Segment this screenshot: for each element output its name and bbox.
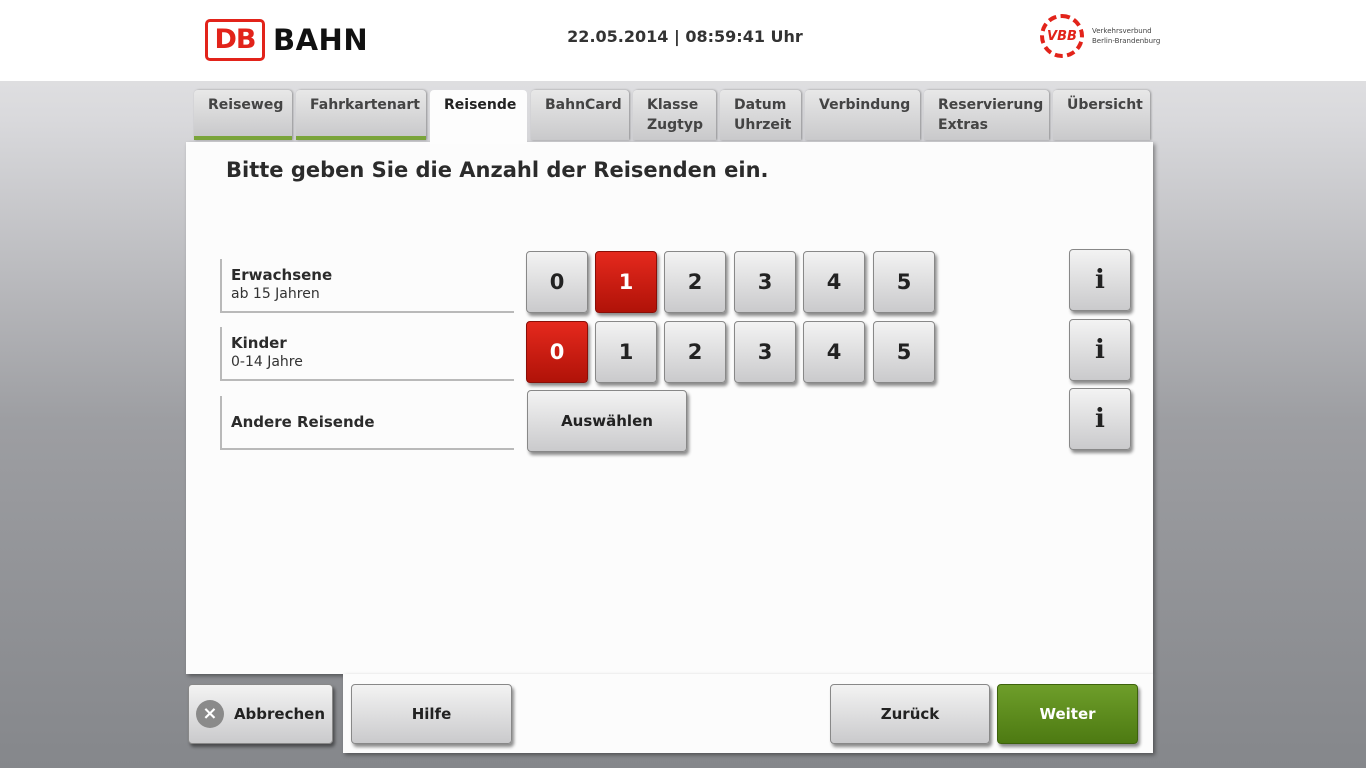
tab-label: Reservierung xyxy=(938,97,1044,113)
row-title: Andere Reisende xyxy=(231,413,375,431)
adults-info-button[interactable]: i xyxy=(1069,249,1131,311)
children-count-0-button[interactable]: 0 xyxy=(526,321,588,383)
tab-label-line2: Uhrzeit xyxy=(734,117,792,133)
children-count-5-button[interactable]: 5 xyxy=(873,321,935,383)
adults-count-5-button[interactable]: 5 xyxy=(873,251,935,313)
children-count-2-button[interactable]: 2 xyxy=(664,321,726,383)
children-info-button[interactable]: i xyxy=(1069,319,1131,381)
tab-fahrkartenart[interactable]: Fahrkartenart xyxy=(296,90,426,140)
adults-count-2-button[interactable]: 2 xyxy=(664,251,726,313)
tab-label-line2: Zugtyp xyxy=(647,117,703,133)
bahn-logo-text: BAHN xyxy=(273,23,369,57)
tab-label: Reiseweg xyxy=(208,97,284,113)
row-label-other: Andere Reisende xyxy=(220,396,514,450)
adults-count-0-button[interactable]: 0 xyxy=(526,251,588,313)
row-title: Kinder xyxy=(231,334,287,352)
select-other-travellers-button[interactable]: Auswählen xyxy=(527,390,687,452)
adults-count-4-button[interactable]: 4 xyxy=(803,251,865,313)
other-info-button[interactable]: i xyxy=(1069,388,1131,450)
adults-count-3-button[interactable]: 3 xyxy=(734,251,796,313)
help-button[interactable]: Hilfe xyxy=(351,684,512,744)
children-count-1-button[interactable]: 1 xyxy=(595,321,657,383)
db-bahn-logo: DB BAHN xyxy=(205,19,368,61)
vbb-logo-icon: VBB xyxy=(1040,14,1084,58)
tab-uebersicht[interactable]: Übersicht xyxy=(1053,90,1150,140)
children-count-4-button[interactable]: 4 xyxy=(803,321,865,383)
tab-label: Fahrkartenart xyxy=(310,97,420,113)
tab-label-line2: Extras xyxy=(938,117,988,133)
tab-verbindung[interactable]: Verbindung xyxy=(805,90,920,140)
back-button[interactable]: Zurück xyxy=(830,684,990,744)
row-title: Erwachsene xyxy=(231,266,333,284)
adults-count-1-button[interactable]: 1 xyxy=(595,251,657,313)
tab-label: Klasse xyxy=(647,97,699,113)
row-label-adults: Erwachsene ab 15 Jahren xyxy=(220,259,514,313)
tab-label: Verbindung xyxy=(819,97,911,113)
vbb-logo-text: VBB xyxy=(1047,28,1077,44)
tab-reservierung-extras[interactable]: Reservierung Extras xyxy=(924,90,1049,140)
db-logo-box: DB xyxy=(205,19,265,61)
row-label-children: Kinder 0-14 Jahre xyxy=(220,327,514,381)
vbb-name-line1: Verkehrsverbund xyxy=(1092,27,1152,35)
tab-label: Datum xyxy=(734,97,787,113)
close-icon: × xyxy=(195,700,224,728)
vbb-logo: VBB Verkehrsverbund Berlin-Brandenburg xyxy=(1040,14,1182,58)
row-subtitle: 0-14 Jahre xyxy=(231,354,303,370)
row-subtitle: ab 15 Jahren xyxy=(231,286,320,302)
info-icon: i xyxy=(1095,404,1105,434)
tab-label: Reisende xyxy=(444,97,517,113)
tab-klasse-zugtyp[interactable]: Klasse Zugtyp xyxy=(633,90,716,140)
date-time: 22.05.2014 | 08:59:41 Uhr xyxy=(567,27,803,46)
vbb-name-line2: Berlin-Brandenburg xyxy=(1092,37,1161,45)
tab-label: Übersicht xyxy=(1067,97,1143,113)
cancel-label: Abbrechen xyxy=(233,705,326,723)
vbb-name: Verkehrsverbund Berlin-Brandenburg xyxy=(1092,26,1182,46)
page-title: Bitte geben Sie die Anzahl der Reisenden… xyxy=(226,158,769,182)
tab-bahncard[interactable]: BahnCard xyxy=(531,90,629,140)
tab-reisende[interactable]: Reisende xyxy=(430,90,527,144)
step-tabs: Reiseweg Fahrkartenart Reisende BahnCard… xyxy=(0,90,1366,144)
children-count-3-button[interactable]: 3 xyxy=(734,321,796,383)
header: DB BAHN 22.05.2014 | 08:59:41 Uhr VBB Ve… xyxy=(0,0,1366,81)
info-icon: i xyxy=(1095,265,1105,295)
info-icon: i xyxy=(1095,335,1105,365)
tab-label: BahnCard xyxy=(545,97,622,113)
tab-reiseweg[interactable]: Reiseweg xyxy=(194,90,292,140)
next-button[interactable]: Weiter xyxy=(997,684,1138,744)
cancel-button[interactable]: × Abbrechen xyxy=(188,684,333,744)
tab-datum-uhrzeit[interactable]: Datum Uhrzeit xyxy=(720,90,801,140)
